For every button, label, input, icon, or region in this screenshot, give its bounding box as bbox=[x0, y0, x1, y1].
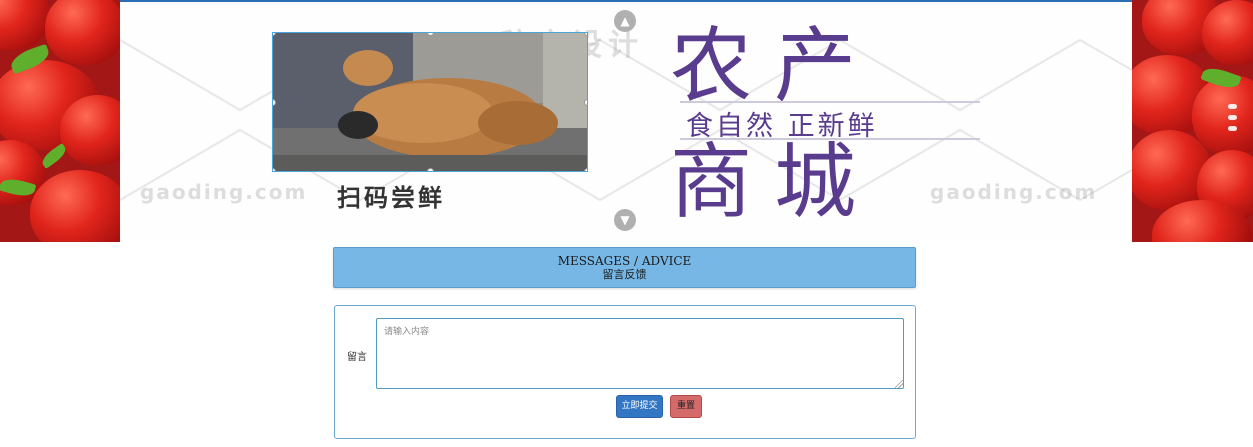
watermark-right-text: gaoding.com bbox=[930, 180, 1098, 204]
messages-title-cn: 留言反馈 bbox=[602, 268, 647, 281]
banner-title-line2: 商城 bbox=[670, 135, 879, 230]
dog-photo-image bbox=[273, 33, 587, 171]
carousel-dot[interactable] bbox=[1228, 104, 1237, 109]
strawberry-photo-left bbox=[0, 0, 120, 242]
messages-title-en: MESSAGES / ADVICE bbox=[557, 254, 692, 268]
chevron-up-icon[interactable]: ▲ bbox=[614, 10, 636, 32]
messages-header: MESSAGES / ADVICE 留言反馈 bbox=[333, 247, 916, 288]
submit-button[interactable]: 立即提交 bbox=[616, 395, 663, 418]
hero-banner: 稿定设计 gaoding.com gaoding.com 扫码尝鲜 农产 食自然… bbox=[0, 0, 1253, 242]
reset-button[interactable]: 重置 bbox=[670, 395, 702, 418]
message-label: 留言 bbox=[347, 352, 367, 363]
carousel-indicators[interactable] bbox=[1228, 104, 1242, 137]
textarea-resize-handle[interactable] bbox=[895, 380, 903, 388]
banner-title-line1: 农产 bbox=[670, 19, 879, 114]
carousel-dot[interactable] bbox=[1228, 115, 1237, 120]
carousel-dot[interactable] bbox=[1228, 126, 1237, 131]
chevron-down-icon[interactable]: ▼ bbox=[614, 209, 636, 231]
scan-caption: 扫码尝鲜 bbox=[337, 184, 445, 212]
message-textarea[interactable] bbox=[376, 318, 904, 389]
product-photo[interactable] bbox=[272, 32, 588, 172]
watermark-left-text: gaoding.com bbox=[140, 180, 308, 204]
title-rule-top bbox=[680, 101, 980, 103]
message-form: 留言 立即提交 重置 bbox=[334, 305, 916, 439]
